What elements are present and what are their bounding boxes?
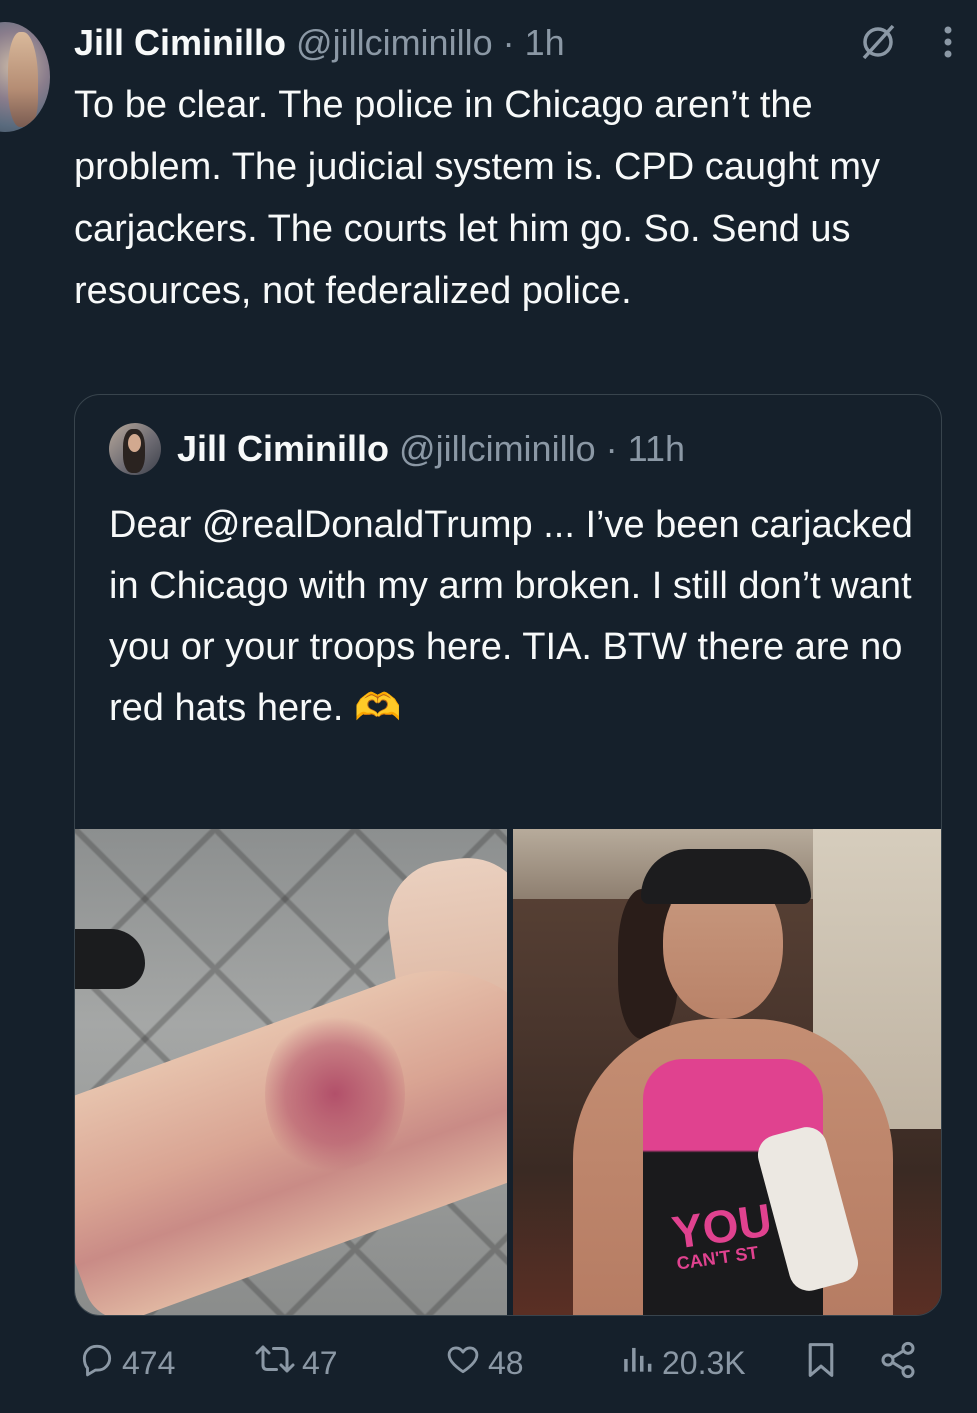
reply-icon (78, 1340, 122, 1386)
author-handle[interactable]: @jillciminillo · 1h (296, 22, 565, 64)
quoted-image-selfie[interactable]: YOU CAN'T ST (513, 829, 941, 1315)
more-icon[interactable] (942, 22, 954, 67)
quoted-avatar (109, 423, 161, 475)
quoted-time: 11h (627, 428, 685, 469)
action-bar: 474 47 48 20.3K (78, 1340, 928, 1384)
like-button[interactable]: 48 (444, 1340, 524, 1386)
reply-count: 474 (122, 1344, 176, 1381)
bookmark-icon (802, 1340, 846, 1388)
quoted-handle: @jillciminillo · 11h (399, 428, 685, 469)
like-count: 48 (488, 1344, 524, 1381)
tweet-time[interactable]: 1h (525, 22, 565, 63)
repost-button[interactable]: 47 (254, 1340, 338, 1386)
quoted-image-arm[interactable] (75, 829, 507, 1315)
reply-button[interactable]: 474 (78, 1340, 175, 1386)
quoted-header: Jill Ciminillo @jillciminillo · 11h (109, 423, 685, 475)
repost-icon (254, 1340, 302, 1386)
tweet-header: Jill Ciminillo @jillciminillo · 1h (74, 18, 954, 68)
author-name[interactable]: Jill Ciminillo (74, 22, 286, 64)
share-icon (878, 1340, 924, 1388)
views-button[interactable]: 20.3K (618, 1340, 746, 1386)
views-count: 20.3K (662, 1344, 746, 1381)
like-icon (444, 1340, 488, 1386)
quoted-author-name: Jill Ciminillo (177, 428, 390, 469)
tweet-text: To be clear. The police in Chicago aren’… (74, 84, 881, 312)
views-icon (618, 1340, 662, 1386)
repost-count: 47 (302, 1344, 338, 1381)
share-button[interactable] (878, 1340, 924, 1388)
grok-icon[interactable] (858, 22, 898, 67)
author-avatar[interactable] (0, 22, 50, 132)
shirt-text: YOU CAN'T ST (668, 1193, 775, 1274)
bookmark-button[interactable] (802, 1340, 846, 1388)
quoted-text: Dear @realDonaldTrump ... I’ve been carj… (109, 504, 913, 729)
quoted-tweet[interactable]: Jill Ciminillo @jillciminillo · 11h Dear… (74, 394, 942, 1316)
